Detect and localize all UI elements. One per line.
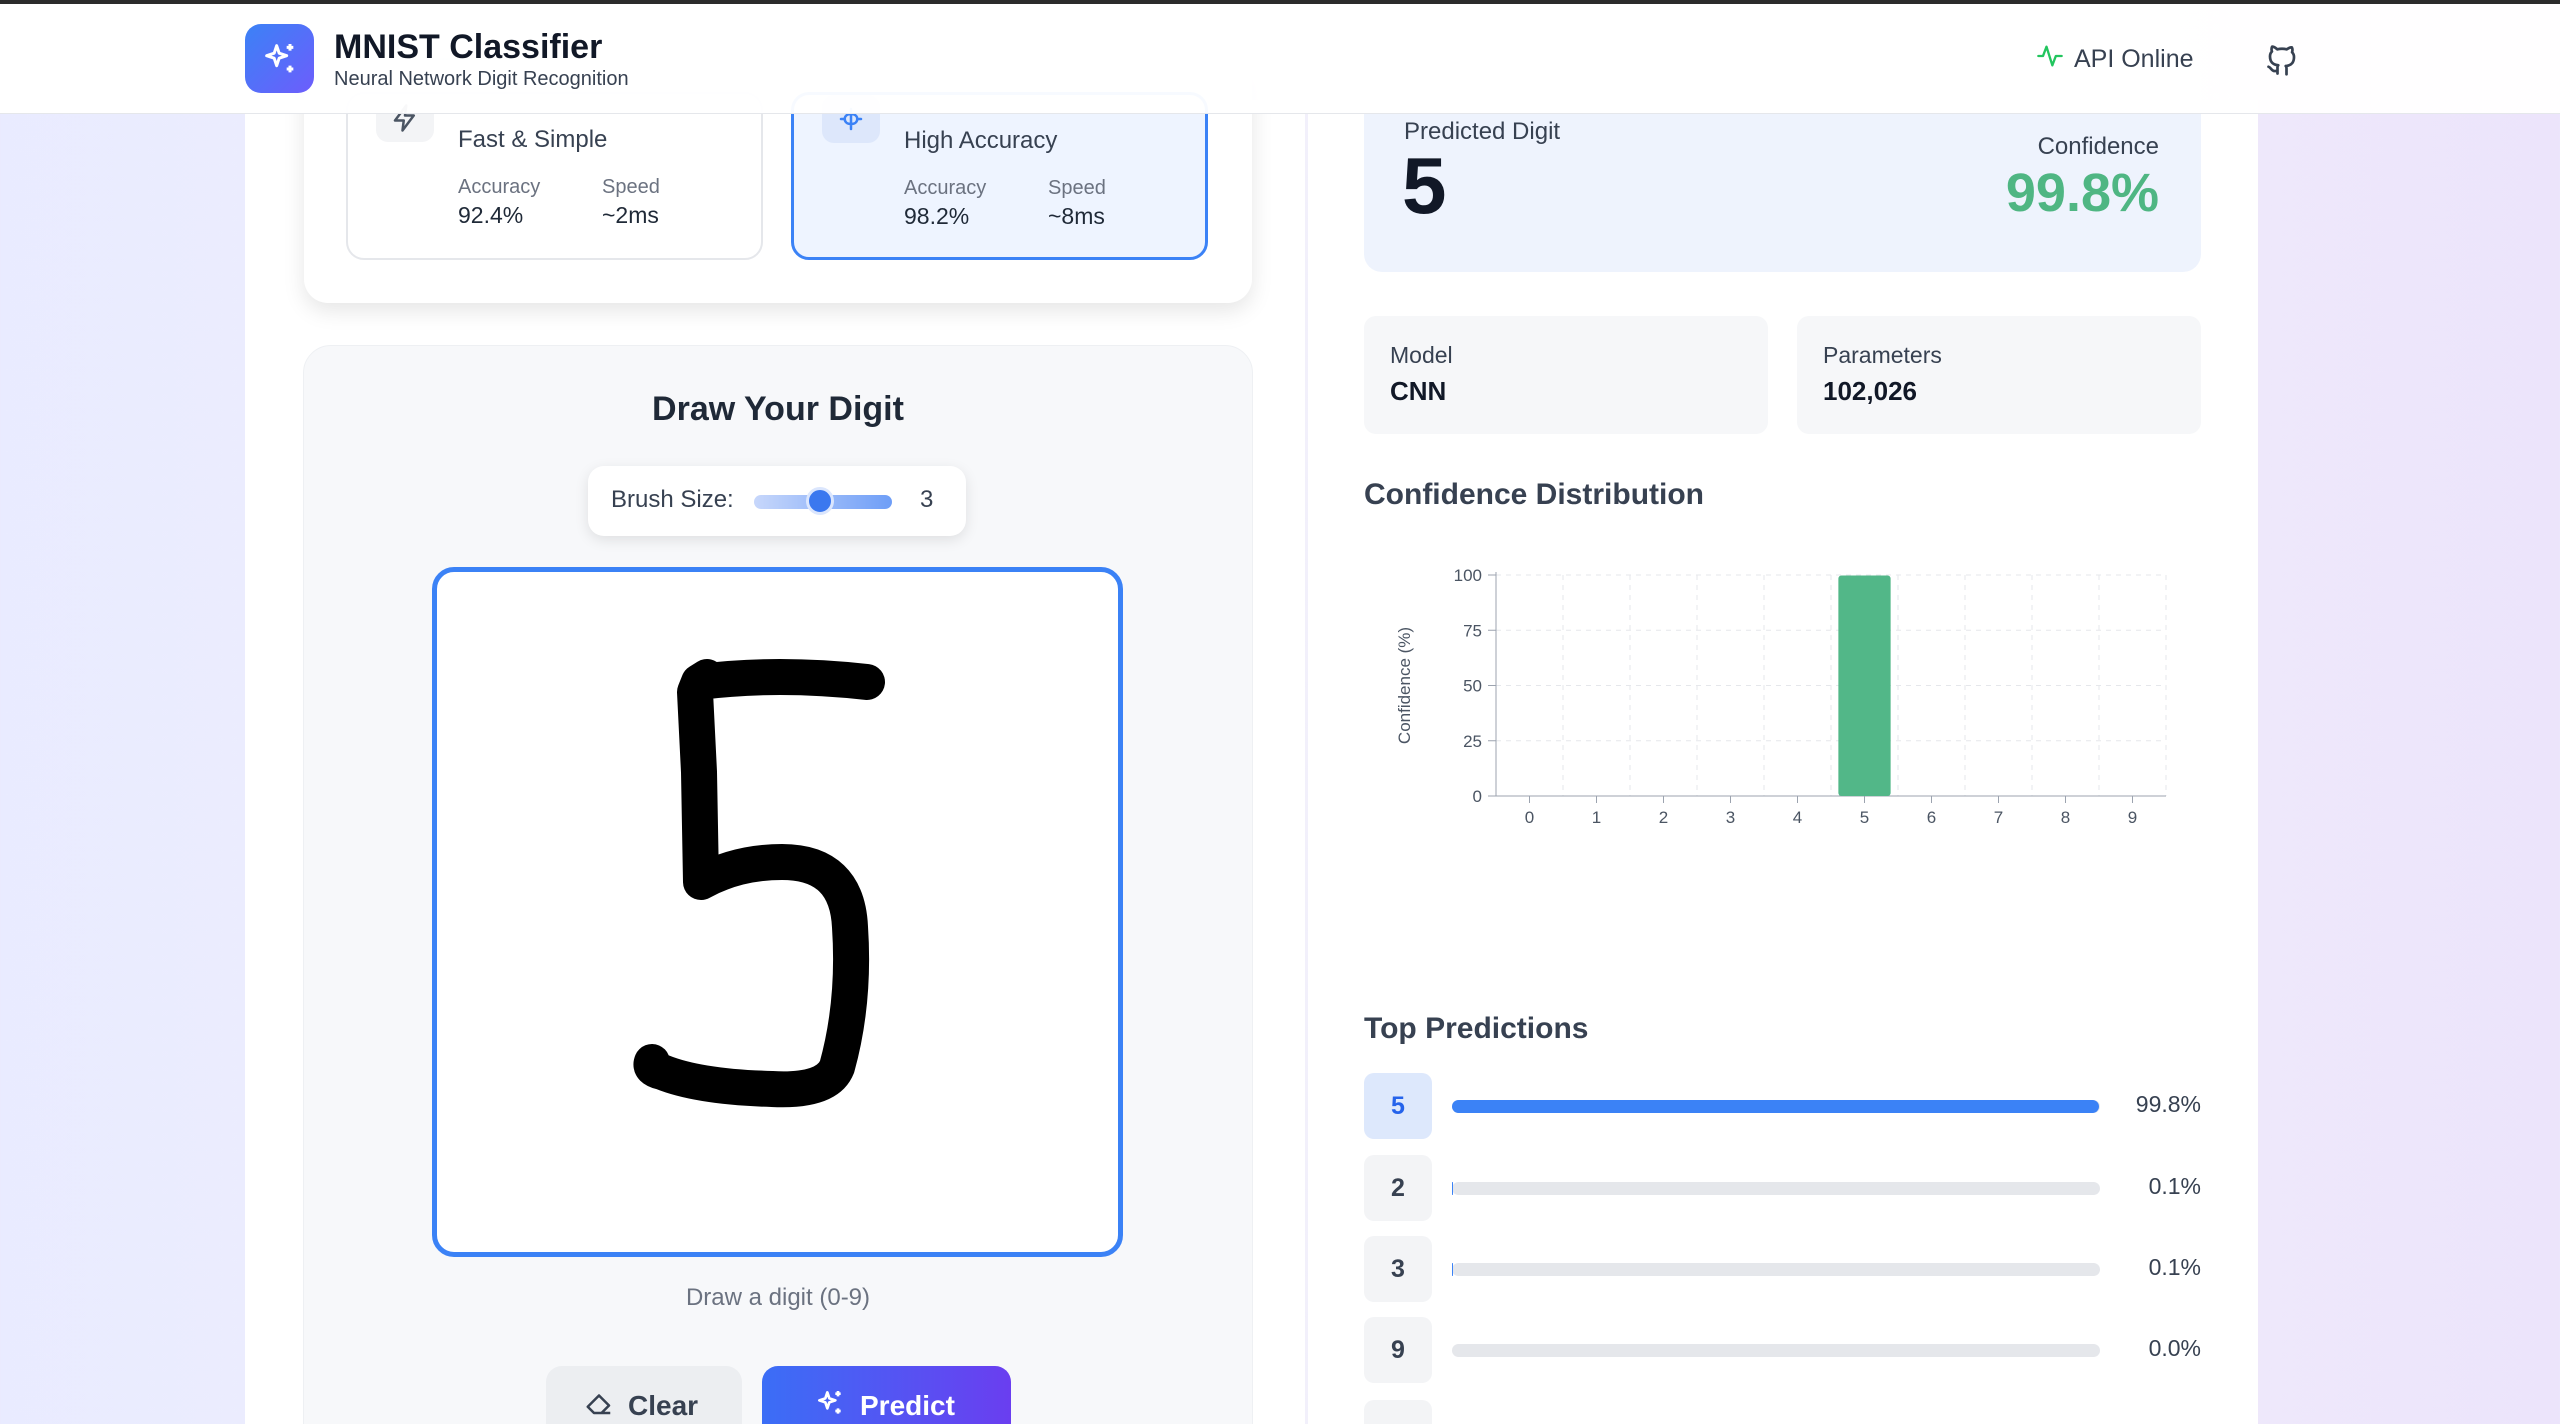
prediction-badge-partial [1364,1400,1432,1424]
sparkles-icon [814,1387,846,1424]
parameters-info-box: Parameters 102,026 [1797,316,2201,434]
prediction-bar-fill [1452,1182,1453,1195]
predict-button[interactable]: Predict [762,1366,1011,1424]
prediction-row: 3 0.1% [1364,1236,2201,1302]
speed-value: ~8ms [1048,203,1105,229]
y-tick-label: 0 [1473,787,1482,806]
brush-size-slider-thumb[interactable] [806,487,834,515]
model-option-simple[interactable]: Fast & Simple Accuracy 92.4% Speed ~2ms [346,92,763,260]
y-tick-label: 25 [1463,732,1482,751]
model-info-value: CNN [1390,376,1447,406]
x-tick-label: 9 [2128,808,2137,827]
x-tick-label: 7 [1994,808,2003,827]
draw-title: Draw Your Digit [652,390,904,428]
confidence-value: 99.8% [2005,163,2159,223]
api-status-label: API Online [2074,45,2194,73]
x-tick-label: 2 [1659,808,1668,827]
accuracy-value: 98.2% [904,203,970,229]
api-status: API Online [2036,42,2194,77]
brush-size-control: Brush Size: 3 [588,466,966,536]
drawn-digit-stroke [633,659,885,1108]
parameters-info-label: Parameters [1823,342,1942,368]
x-tick-label: 1 [1592,808,1601,827]
x-tick-label: 5 [1860,808,1869,827]
prediction-bar-fill [1452,1263,1453,1276]
accuracy-value: 92.4% [458,202,524,228]
speed-value: ~2ms [602,202,659,228]
x-tick-label: 6 [1927,808,1936,827]
y-tick-label: 75 [1463,621,1482,640]
x-tick-label: 4 [1793,808,1802,827]
y-tick-label: 100 [1454,566,1482,585]
brush-size-value: 3 [920,486,934,513]
model-info-box: Model CNN [1364,316,1768,434]
confidence-label: Confidence [2037,133,2159,160]
x-tick-label: 3 [1726,808,1735,827]
model-description: High Accuracy [904,127,1058,154]
chart-bar-5 [1838,575,1891,796]
accuracy-label: Accuracy [458,176,541,198]
confidence-distribution-title: Confidence Distribution [1364,478,1704,511]
prediction-row: 5 99.8% [1364,1073,2201,1139]
sparkles-icon [245,24,314,93]
predict-button-label: Predict [860,1390,955,1421]
y-tick-label: 50 [1463,677,1482,696]
github-icon[interactable] [2264,42,2300,78]
confidence-distribution-chart: 0 25 50 75 100 0 1 2 3 4 5 6 7 8 9 Confidence (%) [1395,566,2167,827]
speed-label: Speed [602,176,660,198]
brush-size-label: Brush Size: [611,486,734,513]
x-tick-label: 8 [2061,808,2070,827]
prediction-percent: 0.1% [2148,1254,2201,1280]
model-info-label: Model [1390,342,1453,368]
canvas-hint: Draw a digit (0-9) [685,1284,871,1311]
x-tick-label: 0 [1525,808,1534,827]
prediction-bar-track [1452,1263,2100,1276]
accuracy-label: Accuracy [904,177,987,199]
prediction-digit-badge: 9 [1364,1317,1432,1383]
model-option-cnn[interactable]: High Accuracy Accuracy 98.2% Speed ~8ms [791,92,1208,260]
y-axis-label: Confidence (%) [1395,627,1414,744]
prediction-row: 9 0.0% [1364,1317,2201,1383]
prediction-digit-badge: 5 [1364,1073,1432,1139]
speed-label: Speed [1048,177,1106,199]
eraser-icon [584,1388,614,1424]
model-description: Fast & Simple [458,126,608,153]
clear-button-label: Clear [628,1390,699,1421]
prediction-bar-fill [1452,1100,2099,1113]
activity-icon [2036,42,2064,77]
prediction-percent: 0.0% [2148,1335,2201,1361]
prediction-percent: 0.1% [2148,1173,2201,1199]
prediction-percent: 99.8% [2135,1091,2201,1117]
app-title: MNIST Classifier [334,28,603,66]
drawing-canvas[interactable] [432,567,1123,1257]
app-header: MNIST Classifier Neural Network Digit Re… [0,4,2560,114]
prediction-row: 2 0.1% [1364,1155,2201,1221]
prediction-digit-badge: 2 [1364,1155,1432,1221]
predicted-digit-value: 5 [1402,141,1447,230]
prediction-bar-track [1452,1182,2100,1195]
prediction-digit-badge: 3 [1364,1236,1432,1302]
prediction-bar-track [1452,1100,2100,1113]
parameters-info-value: 102,026 [1823,376,1917,406]
prediction-bar-track [1452,1344,2100,1357]
app-subtitle: Neural Network Digit Recognition [334,68,629,90]
top-predictions-title: Top Predictions [1364,1012,1589,1045]
clear-button[interactable]: Clear [546,1366,742,1424]
